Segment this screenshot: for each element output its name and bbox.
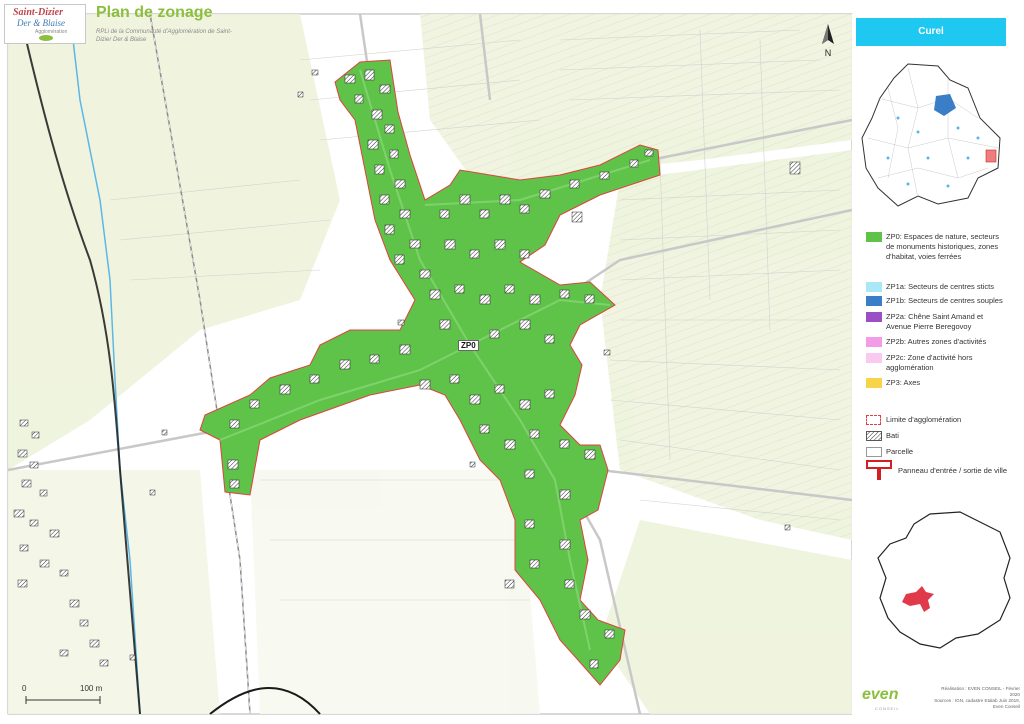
legend-label-agglomeration-limit: Limite d'agglomération bbox=[886, 415, 962, 424]
legend-label-zp3: ZP3: Axes bbox=[886, 378, 921, 387]
legend-label-zp2c: ZP2c: Zone d'activité hors agglomération bbox=[886, 353, 973, 372]
legend-swatch-zp0 bbox=[866, 232, 882, 242]
legend-swatch-parcelle bbox=[866, 447, 882, 457]
legend-swatch-zp1b bbox=[866, 296, 882, 306]
commune-inset-map bbox=[877, 511, 1011, 649]
entry-sign-icon bbox=[866, 460, 892, 480]
legend-label-parcelle: Parcelle bbox=[886, 447, 914, 456]
leaf-icon bbox=[39, 35, 53, 41]
page-subtitle: RPLi de la Communauté d'Agglomération de… bbox=[96, 29, 232, 43]
logo-line2: Der & Blaise bbox=[17, 18, 65, 28]
agglomeration-logo: Saint-Dizier Der & Blaise Agglomération bbox=[4, 4, 86, 44]
legend-swatch-agglomeration-limit bbox=[866, 415, 881, 425]
even-logo-sub: CONSEIL bbox=[875, 706, 900, 711]
scale-start-label: 0 bbox=[22, 684, 27, 693]
legend-label-zp2b: ZP2b: Autres zones d'activités bbox=[886, 337, 987, 346]
credits: Réalisation : EVEN CONSEIL - Février 202… bbox=[932, 686, 1020, 710]
north-label: N bbox=[825, 48, 832, 58]
legend-swatch-zp2c bbox=[866, 353, 882, 363]
north-arrow-icon: N bbox=[822, 24, 834, 58]
scale-end-label: 100 m bbox=[80, 684, 103, 693]
page-title: Plan de zonage bbox=[96, 4, 213, 21]
legend-swatch-zp2a bbox=[866, 312, 882, 322]
credit-line: Réalisation : EVEN CONSEIL - Février 202… bbox=[941, 686, 1020, 697]
logo-line3: Agglomération bbox=[35, 29, 68, 35]
legend-label-zp2a: ZP2a: Chêne Saint Amand et Avenue Pierre… bbox=[886, 312, 984, 331]
legend-label-zp0: ZP0: Espaces de nature, secteurs de monu… bbox=[886, 232, 999, 261]
legend-swatch-bati bbox=[866, 431, 882, 441]
legend-label-zp1a: ZP1a: Secteurs de centres sticts bbox=[886, 282, 994, 291]
legend-label-bati: Bati bbox=[886, 431, 899, 440]
legend-swatch-zp1a bbox=[866, 282, 882, 292]
logo-line1: Saint-Dizier bbox=[13, 7, 64, 18]
legend-swatch-zp3 bbox=[866, 378, 882, 388]
legend-swatch-zp2b bbox=[866, 337, 882, 347]
regional-inset-map bbox=[861, 63, 1001, 207]
commune-name-banner: Curel bbox=[856, 18, 1006, 46]
legend-label-zp1b: ZP1b: Secteurs de centres souples bbox=[886, 296, 1003, 305]
even-logo: even bbox=[862, 686, 899, 703]
credit-line: Even Conseil bbox=[992, 704, 1020, 709]
legend-label-entry-sign: Panneau d'entrée / sortie de ville bbox=[898, 466, 1008, 475]
zone-label-zp0: ZP0 bbox=[458, 340, 479, 351]
